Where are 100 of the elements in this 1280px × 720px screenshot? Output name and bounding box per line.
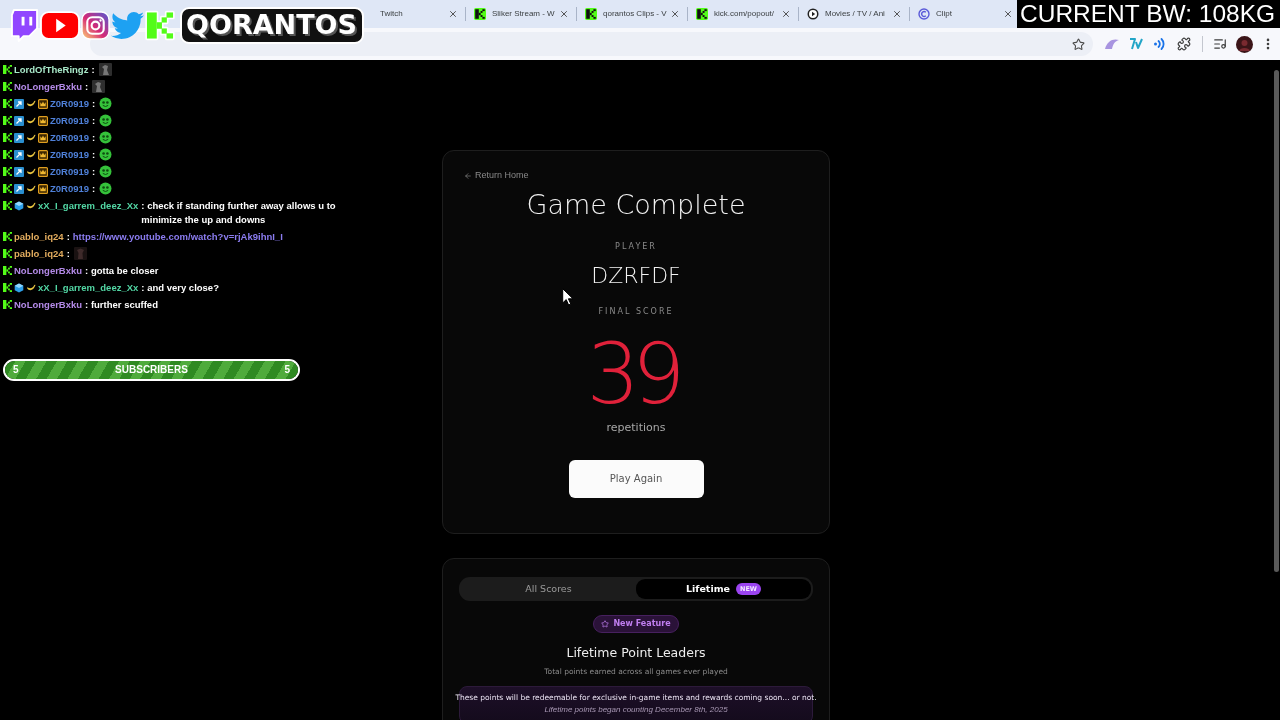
k-logo-icon xyxy=(3,133,12,142)
k-logo-icon xyxy=(3,99,12,108)
leaderboard-title: Lifetime Point Leaders xyxy=(566,645,706,661)
chat-message-text: : xyxy=(92,96,96,111)
star-icon xyxy=(601,620,610,628)
k-logo-icon xyxy=(3,184,12,193)
scrollbar[interactable] xyxy=(1274,70,1279,572)
k-logo-icon xyxy=(3,266,12,275)
arrow-tile-icon xyxy=(14,167,24,177)
chat-username: Z0R0919 xyxy=(50,147,90,162)
chat-message-text: : check if standing further away allows u to minimize the up and downs xyxy=(141,198,336,227)
chat-message-text: : xyxy=(92,181,96,196)
k-logo-icon xyxy=(3,150,12,159)
browser-tab[interactable]: Sliker Stream - W xyxy=(466,0,576,28)
ring-icon xyxy=(918,8,930,20)
player-label: PLAYER xyxy=(615,242,657,252)
browser-tab[interactable]: qorantos Clips - V xyxy=(577,0,687,28)
figure-icon xyxy=(98,63,112,76)
chat-message-text: : and very close? xyxy=(141,280,219,295)
chat-username: Z0R0919 xyxy=(50,96,90,111)
k-logo-icon xyxy=(3,300,12,309)
avatar-icon[interactable] xyxy=(1235,35,1253,53)
blob-icon xyxy=(99,182,113,195)
k-logo-icon xyxy=(585,8,597,20)
crown-icon xyxy=(38,167,48,177)
goal-current-count: 5 xyxy=(13,364,20,376)
chat-link[interactable]: https://www.youtube.com/watch?v=rjAk9ihnI_I xyxy=(72,229,283,244)
arrow-tile-icon xyxy=(14,99,24,109)
arrow-tile-icon xyxy=(14,133,24,143)
cube-icon xyxy=(14,201,24,211)
chat-message-text: : xyxy=(91,62,95,77)
chat-message-text: : further scuffed xyxy=(85,297,158,312)
chat-message-text: : xyxy=(92,147,96,162)
close-icon[interactable] xyxy=(448,9,458,19)
chat-username: LordOfTheRingz xyxy=(14,62,89,77)
cursor-icon xyxy=(562,288,574,306)
chat-username: pablo_iq24 xyxy=(14,246,64,261)
cube-icon xyxy=(14,283,24,293)
arrow-tile-icon xyxy=(14,116,24,126)
k-logo-icon xyxy=(3,249,12,258)
puzzle-icon[interactable] xyxy=(1177,37,1191,51)
chat-message-text: : xyxy=(85,79,89,94)
browser-tab[interactable]: Movies / TV / Ani xyxy=(799,0,909,28)
star-icon[interactable] xyxy=(1072,37,1085,51)
k-logo-icon xyxy=(3,232,12,241)
sound-waves-icon[interactable] xyxy=(1153,37,1167,51)
final-score: 39 xyxy=(586,335,679,413)
close-icon[interactable] xyxy=(781,9,791,19)
k-logo-icon xyxy=(3,283,12,292)
close-icon[interactable] xyxy=(892,9,902,19)
chat-username: NoLongerBxku xyxy=(14,263,83,278)
play-again-button[interactable]: Play Again xyxy=(568,460,704,498)
banana-icon xyxy=(26,283,36,292)
score-label: FINAL SCORE xyxy=(598,307,674,317)
blob-icon xyxy=(99,165,113,178)
chat-username: xX_I_garrem_deez_Xx xyxy=(38,280,139,295)
play-circle-icon xyxy=(807,8,819,20)
close-icon[interactable] xyxy=(1003,9,1013,19)
k-logo-icon xyxy=(3,116,12,125)
notice-note: Lifetime points began counting December 8th, 2025 xyxy=(544,705,728,715)
browser-tab[interactable]: Clipt xyxy=(910,0,1020,28)
close-icon[interactable] xyxy=(670,9,680,19)
playlist-icon[interactable] xyxy=(1213,37,1227,51)
leaderboard-tab[interactable]: All Scores xyxy=(461,579,636,599)
blob-icon xyxy=(99,114,113,127)
crown-icon xyxy=(38,184,48,194)
bodyweight-banner: CURRENT BW: 108KG xyxy=(1017,0,1280,28)
chat-message-text: : xyxy=(92,130,96,145)
score-unit: repetitions xyxy=(606,421,666,435)
browser-tab[interactable]: Twitch xyxy=(368,0,465,28)
goal-target-count: 5 xyxy=(283,364,290,376)
crown-icon xyxy=(38,116,48,126)
k-logo-icon xyxy=(474,8,486,20)
chat-username: NoLongerBxku xyxy=(14,79,83,94)
browser-tab[interactable]: kick.com/popout/ xyxy=(688,0,798,28)
crown-icon xyxy=(38,150,48,160)
chat-username: NoLongerBxku xyxy=(14,297,83,312)
chat-message-text: : xyxy=(66,229,70,244)
figure-icon xyxy=(92,80,106,93)
result-title: Game Complete xyxy=(526,189,746,221)
chat-username: Z0R0919 xyxy=(50,113,90,128)
arrow-tile-icon xyxy=(14,150,24,160)
blob-icon xyxy=(99,148,113,161)
arrow-left-icon xyxy=(464,171,472,180)
chat-message-text: : xyxy=(66,246,70,261)
goal-label: SUBSCRIBERS xyxy=(115,364,188,376)
zigzag-icon[interactable] xyxy=(1129,38,1143,50)
k-logo-icon xyxy=(3,65,12,74)
return-home-link[interactable]: Return Home xyxy=(464,170,529,181)
figure-icon xyxy=(73,247,87,260)
close-icon[interactable] xyxy=(559,9,569,19)
chat-message-text: : xyxy=(92,164,96,179)
chat-username: Z0R0919 xyxy=(50,164,90,179)
player-name: DZRFDF xyxy=(591,263,681,289)
feature-label: New Feature xyxy=(613,619,671,629)
k-logo-icon xyxy=(3,167,12,176)
k-logo-icon xyxy=(3,201,12,210)
chat-username: pablo_iq24 xyxy=(14,229,64,244)
crown-icon xyxy=(38,133,48,143)
chat-username: Z0R0919 xyxy=(50,181,90,196)
